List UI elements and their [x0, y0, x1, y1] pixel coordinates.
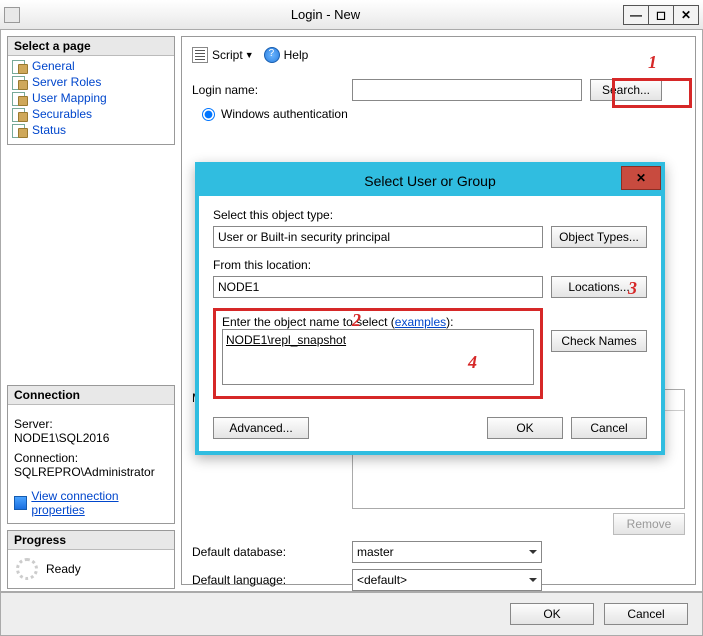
footer-bar: OK Cancel	[0, 592, 703, 636]
minimize-button[interactable]: —	[623, 5, 649, 25]
default-language-value: <default>	[357, 573, 407, 587]
sidebar-item-server-roles[interactable]: Server Roles	[10, 74, 172, 90]
help-icon	[264, 47, 280, 63]
spinner-icon	[16, 558, 38, 580]
connection-label: Connection:	[14, 451, 168, 465]
titlebar: Login - New — ◻ ✕	[0, 0, 703, 30]
script-label: Script	[212, 48, 243, 62]
sidebar-item-label: General	[32, 59, 75, 73]
object-name-input[interactable]	[222, 329, 534, 385]
sidebar-item-label: Status	[32, 123, 66, 137]
windows-auth-label: Windows authentication	[221, 107, 348, 121]
connection-panel: Connection Server: NODE1\SQL2016 Connect…	[7, 385, 175, 524]
sidebar-item-securables[interactable]: Securables	[10, 106, 172, 122]
check-names-button[interactable]: Check Names	[551, 330, 647, 352]
view-connection-properties-link[interactable]: View connection properties	[14, 489, 168, 517]
location-input[interactable]	[213, 276, 543, 298]
object-type-label: Select this object type:	[213, 208, 647, 222]
default-language-label: Default language:	[192, 573, 352, 587]
sidebar-item-status[interactable]: Status	[10, 122, 172, 138]
help-button[interactable]: Help	[264, 47, 309, 63]
connection-value: SQLREPRO\Administrator	[14, 465, 168, 479]
search-button[interactable]: Search...	[590, 79, 662, 101]
page-icon	[12, 75, 28, 89]
sidebar-item-general[interactable]: General	[10, 58, 172, 74]
dialog-close-button[interactable]: ✕	[621, 166, 661, 190]
default-database-select[interactable]: master	[352, 541, 542, 563]
object-types-button[interactable]: Object Types...	[551, 226, 647, 248]
server-value: NODE1\SQL2016	[14, 431, 168, 445]
page-icon	[12, 59, 28, 73]
select-user-dialog: Select User or Group ✕ Select this objec…	[195, 162, 665, 455]
dialog-titlebar: Select User or Group ✕	[199, 166, 661, 196]
view-connection-properties-label: View connection properties	[31, 489, 168, 517]
app-icon	[4, 7, 20, 23]
advanced-button[interactable]: Advanced...	[213, 417, 309, 439]
remove-button[interactable]: Remove	[613, 513, 685, 535]
page-icon	[12, 91, 28, 105]
chevron-down-icon: ▼	[245, 50, 254, 60]
ok-button[interactable]: OK	[510, 603, 594, 625]
default-language-select[interactable]: <default>	[352, 569, 542, 591]
maximize-button[interactable]: ◻	[648, 5, 674, 25]
page-icon	[12, 107, 28, 121]
properties-icon	[14, 496, 27, 510]
progress-header: Progress	[8, 531, 174, 550]
select-page-panel: Select a page General Server Roles User …	[7, 36, 175, 145]
connection-header: Connection	[8, 386, 174, 405]
sidebar-item-label: Server Roles	[32, 75, 101, 89]
location-label: From this location:	[213, 258, 647, 272]
server-label: Server:	[14, 417, 168, 431]
locations-button[interactable]: Locations...	[551, 276, 647, 298]
login-name-input[interactable]	[352, 79, 582, 101]
object-name-label: Enter the object name to select (example…	[222, 315, 453, 329]
progress-panel: Progress Ready	[7, 530, 175, 589]
windows-auth-radio[interactable]	[202, 108, 215, 121]
progress-status: Ready	[46, 562, 81, 576]
sidebar-item-label: User Mapping	[32, 91, 107, 105]
help-label: Help	[284, 48, 309, 62]
object-name-highlight-box: Enter the object name to select (example…	[213, 308, 543, 399]
sidebar-item-user-mapping[interactable]: User Mapping	[10, 90, 172, 106]
script-icon	[192, 47, 208, 63]
page-icon	[12, 123, 28, 137]
default-database-label: Default database:	[192, 545, 352, 559]
cancel-button[interactable]: Cancel	[604, 603, 688, 625]
select-page-header: Select a page	[8, 37, 174, 56]
object-type-input[interactable]	[213, 226, 543, 248]
login-name-label: Login name:	[192, 83, 352, 97]
sidebar-item-label: Securables	[32, 107, 92, 121]
dialog-ok-button[interactable]: OK	[487, 417, 563, 439]
window-title: Login - New	[28, 7, 623, 22]
default-database-value: master	[357, 545, 394, 559]
window-close-button[interactable]: ✕	[673, 5, 699, 25]
dialog-cancel-button[interactable]: Cancel	[571, 417, 647, 439]
script-button[interactable]: Script ▼	[192, 47, 254, 63]
dialog-title: Select User or Group	[364, 173, 496, 189]
examples-link[interactable]: examples	[395, 315, 446, 329]
